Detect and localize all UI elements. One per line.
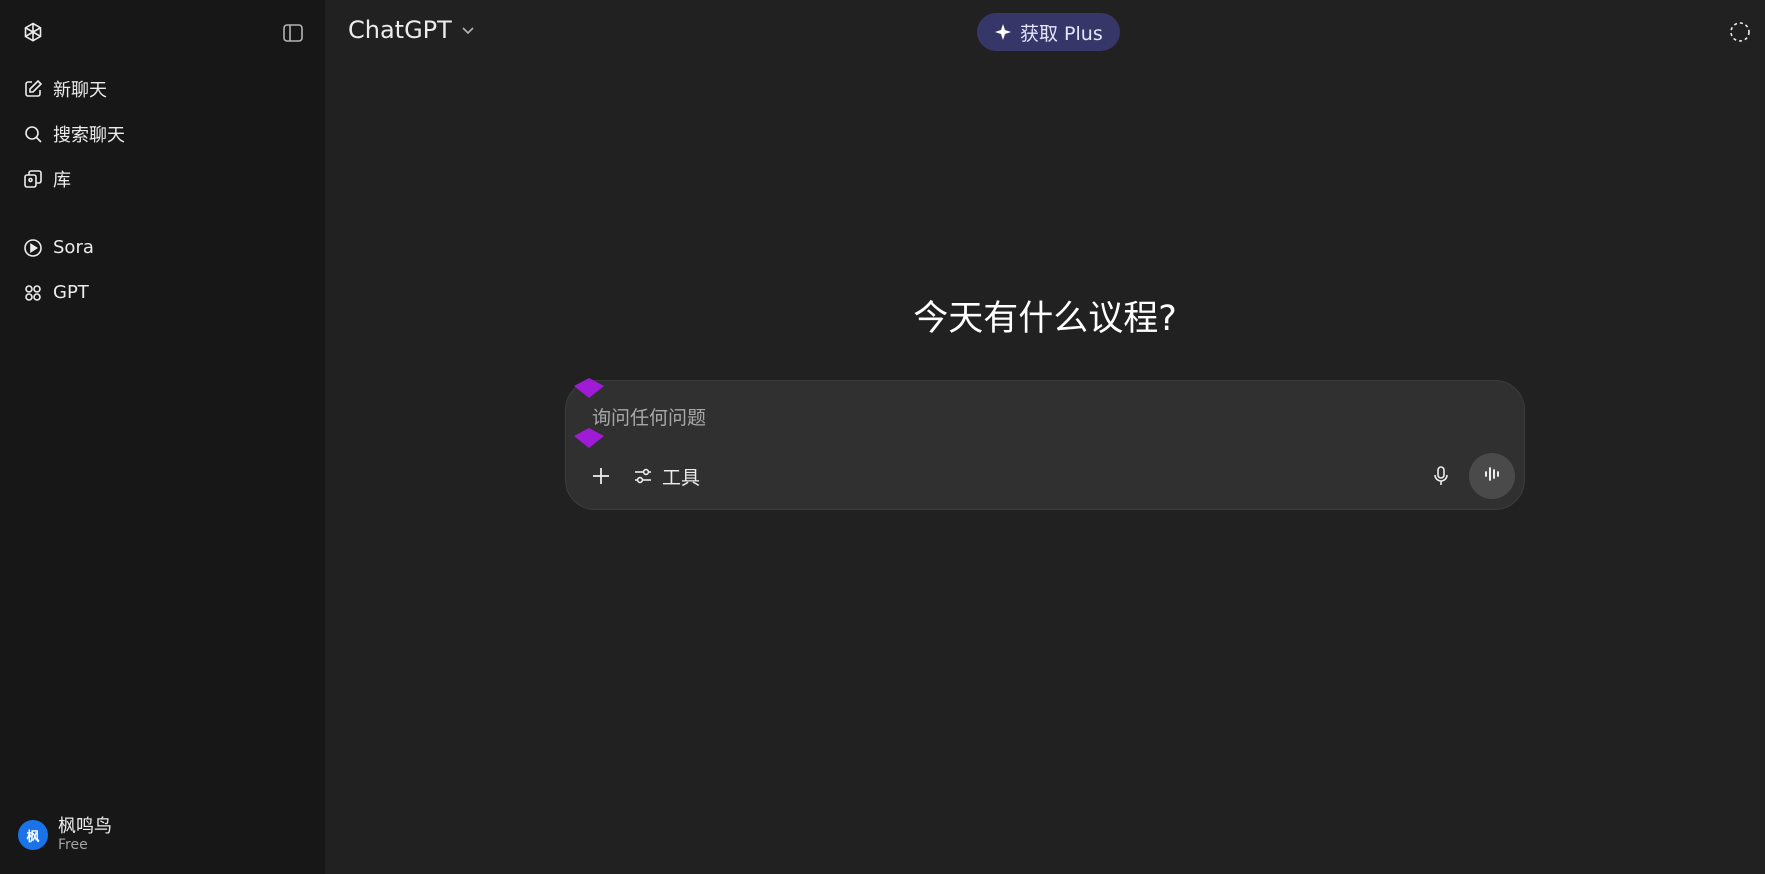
sidebar-header	[0, 0, 325, 66]
sparkle-icon	[994, 23, 1012, 41]
user-info: 枫鸣鸟 Free	[58, 816, 112, 854]
library-icon	[22, 168, 44, 190]
tools-label: 工具	[662, 466, 701, 489]
marker-top	[574, 378, 604, 398]
get-plus-label: 获取 Plus	[1020, 22, 1103, 45]
microphone-icon[interactable]	[1428, 463, 1454, 489]
play-circle-icon	[22, 237, 44, 259]
sidebar-item-library[interactable]: 库	[12, 156, 313, 201]
search-icon	[22, 123, 44, 145]
model-name: ChatGPT	[348, 16, 452, 44]
get-plus-button[interactable]: 获取 Plus	[977, 13, 1120, 51]
prompt-input[interactable]	[592, 403, 1392, 433]
composer: 工具	[565, 378, 1525, 510]
model-selector[interactable]: ChatGPT	[348, 16, 476, 44]
chevron-down-icon	[460, 22, 476, 38]
sidebar-item-label: 库	[53, 169, 71, 191]
user-plan: Free	[58, 837, 88, 853]
sidebar-item-search-chats[interactable]: 搜索聊天	[12, 111, 313, 156]
grid-icon	[22, 282, 44, 304]
voice-mode-button[interactable]	[1469, 453, 1515, 499]
add-attachment-icon[interactable]	[588, 463, 614, 489]
new-chat-icon	[22, 78, 44, 100]
user-name: 枫鸣鸟	[58, 816, 112, 837]
main-area: ChatGPT 获取 Plus 今天有什么议程? 询问任何问题 工具	[325, 0, 1765, 874]
sidebar-item-label: 搜索聊天	[53, 124, 125, 146]
sidebar-nav: 新聊天 搜索聊天 库 Sora GPT	[0, 66, 325, 315]
waveform-icon	[1481, 463, 1503, 489]
nav-spacer	[12, 201, 313, 225]
temporary-chat-icon[interactable]	[1728, 20, 1752, 44]
sliders-icon	[632, 465, 654, 487]
sidebar: 新聊天 搜索聊天 库 Sora GPT 枫 枫鸣鸟 Free	[0, 0, 325, 874]
openai-logo-icon[interactable]	[20, 20, 46, 46]
sidebar-toggle-icon[interactable]	[280, 20, 306, 46]
sidebar-item-new-chat[interactable]: 新聊天	[12, 66, 313, 111]
user-profile[interactable]: 枫 枫鸣鸟 Free	[18, 817, 112, 853]
sidebar-item-label: 新聊天	[53, 79, 107, 101]
sidebar-item-gpt[interactable]: GPT	[12, 270, 313, 315]
tools-button[interactable]: 工具	[632, 461, 700, 491]
sidebar-item-sora[interactable]: Sora	[12, 225, 313, 270]
app: 新聊天 搜索聊天 库 Sora GPT 枫 枫鸣鸟 Free ChatGPT 获…	[0, 0, 1765, 874]
sidebar-item-label: Sora	[53, 237, 94, 258]
sidebar-item-label: GPT	[53, 282, 89, 303]
avatar: 枫	[18, 820, 48, 850]
page-title: 今天有什么议程?	[913, 299, 1177, 339]
